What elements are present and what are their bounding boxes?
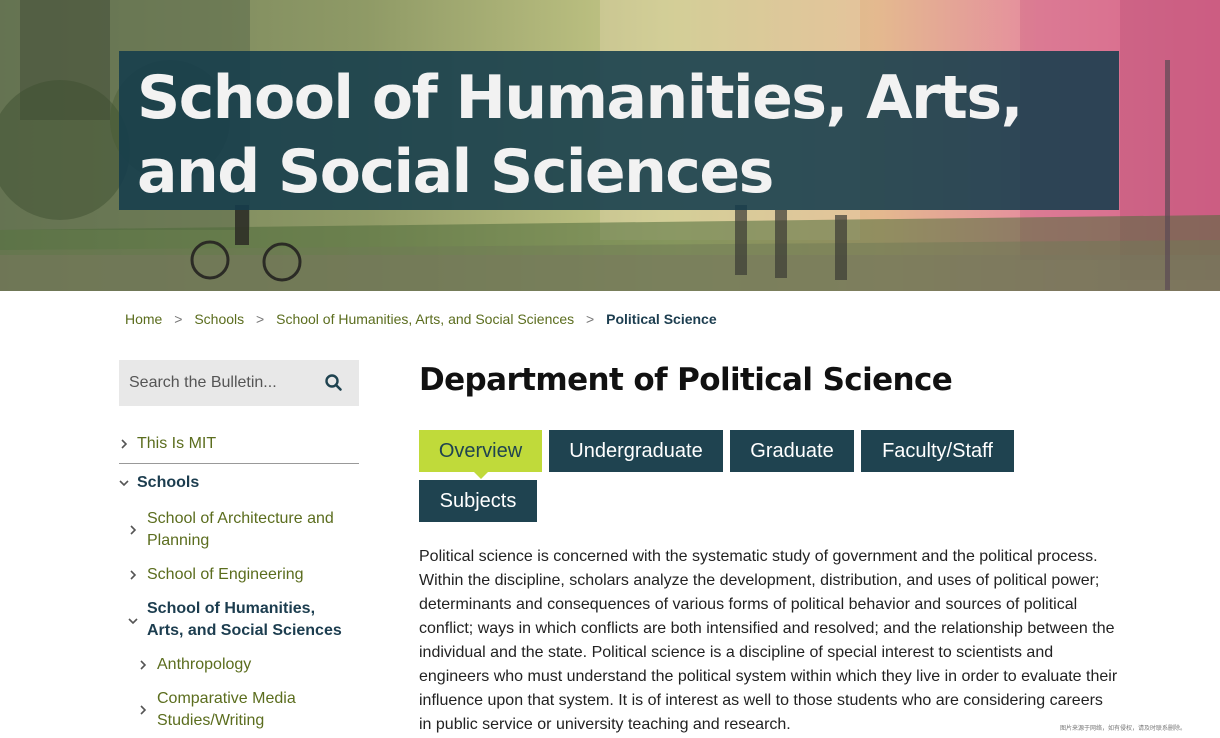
tab-label: Graduate bbox=[750, 440, 834, 462]
breadcrumb-separator: > bbox=[586, 311, 595, 327]
tab-undergraduate[interactable]: Undergraduate bbox=[549, 430, 723, 472]
tab-label: Subjects bbox=[439, 490, 517, 512]
sidebar-item-label: School of Engineering bbox=[147, 566, 304, 583]
sidebar-item-label: Comparative Media Studies/Writing bbox=[157, 690, 296, 729]
tab-overview[interactable]: Overview bbox=[419, 430, 542, 479]
breadcrumb-separator: > bbox=[174, 311, 183, 327]
watermark: 图片来源于网络，如有侵权，请及时联系删除。 bbox=[1060, 726, 1187, 732]
hero-title-box: School of Humanities, Arts, and Social S… bbox=[119, 51, 1119, 210]
breadcrumb: Home > Schools > School of Humanities, A… bbox=[125, 309, 717, 329]
search-icon[interactable] bbox=[321, 370, 347, 396]
sidebar-item-comparative-media[interactable]: Comparative Media Studies/Writing bbox=[138, 688, 359, 734]
department-title: Department of Political Science bbox=[419, 362, 953, 398]
tab-label: Undergraduate bbox=[569, 440, 703, 462]
chevron-down-icon bbox=[128, 618, 138, 625]
breadcrumb-schools[interactable]: Schools bbox=[194, 311, 244, 327]
tab-subjects[interactable]: Subjects bbox=[419, 480, 537, 522]
search-input[interactable] bbox=[119, 360, 319, 406]
sidebar-item-label: School of Architecture and Planning bbox=[147, 510, 334, 549]
sidebar-item-label: This Is MIT bbox=[137, 435, 217, 452]
sidebar-item-anthropology[interactable]: Anthropology bbox=[138, 654, 359, 678]
breadcrumb-separator: > bbox=[256, 311, 265, 327]
chevron-right-icon bbox=[140, 705, 147, 715]
sidebar-item-label: Anthropology bbox=[157, 656, 252, 673]
sidebar-item-architecture[interactable]: School of Architecture and Planning bbox=[128, 508, 359, 554]
tab-label: Overview bbox=[438, 440, 523, 462]
tab-label: Faculty/Staff bbox=[882, 440, 993, 462]
sidebar-item-this-is-mit[interactable]: This Is MIT bbox=[119, 433, 359, 457]
search-box bbox=[119, 360, 359, 406]
sidebar-item-label: School of Humanities, Arts, and Social S… bbox=[147, 600, 342, 639]
chevron-right-icon bbox=[121, 439, 128, 449]
sidebar-item-shass[interactable]: School of Humanities, Arts, and Social S… bbox=[128, 598, 359, 644]
breadcrumb-home[interactable]: Home bbox=[125, 311, 162, 327]
breadcrumb-current: Political Science bbox=[606, 311, 717, 327]
sidebar-divider bbox=[119, 463, 359, 464]
hero-banner: School of Humanities, Arts, and Social S… bbox=[0, 0, 1220, 291]
chevron-right-icon bbox=[140, 660, 147, 670]
sidebar-item-engineering[interactable]: School of Engineering bbox=[128, 564, 359, 588]
chevron-down-icon bbox=[119, 480, 129, 487]
sidebar-item-label: Schools bbox=[137, 474, 200, 491]
tab-faculty-staff[interactable]: Faculty/Staff bbox=[861, 430, 1014, 472]
page-title: School of Humanities, Arts, and Social S… bbox=[137, 63, 1023, 207]
breadcrumb-shass[interactable]: School of Humanities, Arts, and Social S… bbox=[276, 311, 574, 327]
sidebar-item-schools[interactable]: Schools bbox=[119, 472, 359, 496]
active-tab-indicator bbox=[473, 472, 488, 479]
chevron-right-icon bbox=[130, 570, 137, 580]
overview-text: Political science is concerned with the … bbox=[419, 548, 1118, 733]
tab-graduate[interactable]: Graduate bbox=[730, 430, 854, 472]
chevron-right-icon bbox=[130, 525, 137, 535]
